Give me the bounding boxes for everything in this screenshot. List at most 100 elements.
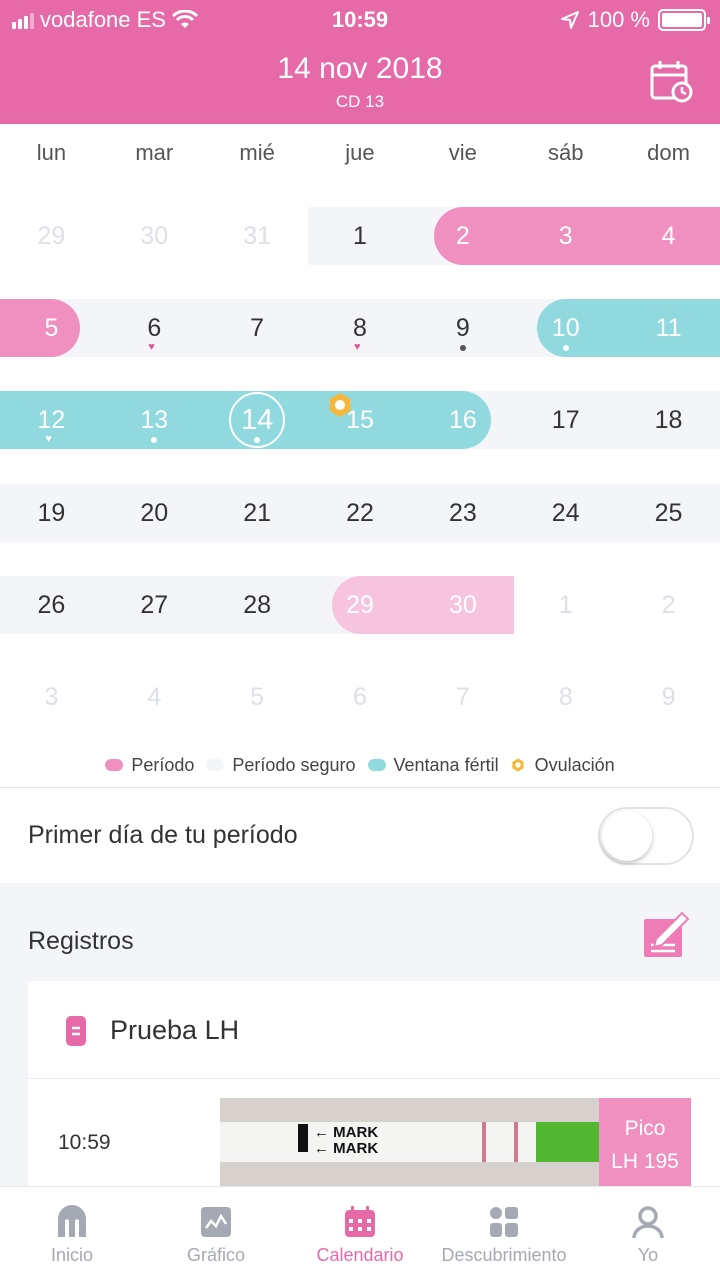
calendar-day[interactable]: 6 ♥: [103, 299, 206, 357]
calendar-day[interactable]: 25: [617, 484, 720, 542]
weekday-label: mié: [239, 140, 275, 165]
calendar-day[interactable]: 2: [617, 576, 720, 634]
lh-strip-photo[interactable]: ← MARK ← MARK: [220, 1098, 600, 1186]
calendar-day[interactable]: 13: [103, 391, 206, 449]
calendar-day[interactable]: 15: [309, 391, 412, 449]
calendar-day[interactable]: 5: [206, 668, 309, 726]
calendar-day[interactable]: 3: [0, 668, 103, 726]
heart-icon: ♥: [148, 341, 155, 353]
calendar-day[interactable]: 21: [206, 484, 309, 542]
status-bar: vodafone ES 10:59 100 %: [0, 0, 720, 40]
cycle-day: CD 13: [335, 92, 385, 111]
calendar-day[interactable]: 6: [309, 668, 412, 726]
calendar-day[interactable]: 12 ♥: [0, 391, 103, 449]
calendar-day[interactable]: 4: [617, 207, 720, 265]
calendar-clock-icon[interactable]: [648, 58, 694, 104]
calendar-day[interactable]: 17: [514, 391, 617, 449]
calendar-day[interactable]: 1: [514, 576, 617, 634]
safe-swatch: [206, 759, 225, 771]
calendar-day[interactable]: 29: [0, 207, 103, 265]
calendar-day[interactable]: 20: [103, 484, 206, 542]
lh-test-title: Prueba LH: [110, 1015, 240, 1045]
ovulation-icon: [329, 393, 350, 417]
log-dot-icon: [562, 345, 569, 351]
tab-bar: Inicio Gráfico Calendario Descubrimiento: [0, 1186, 720, 1280]
calendar-day[interactable]: 26: [0, 576, 103, 634]
calendar-day[interactable]: 30: [103, 207, 206, 265]
calendar-day[interactable]: 27: [103, 576, 206, 634]
weekday-label: dom: [647, 140, 690, 165]
edit-note-icon[interactable]: [642, 911, 690, 959]
calendar-day[interactable]: 7: [206, 299, 309, 357]
discover-icon: [490, 1207, 518, 1237]
calendar-day[interactable]: 3: [514, 207, 617, 265]
fertile-swatch: [367, 759, 386, 771]
user-icon: [632, 1206, 664, 1239]
records-section: Registros Prueba LH 10:59 ← MARK ← MARK P…: [0, 883, 720, 1186]
calendar-day[interactable]: 4: [103, 668, 206, 726]
calendar-day[interactable]: 2: [411, 207, 514, 265]
card-divider: [28, 1078, 720, 1079]
ovulation-icon: [511, 758, 524, 772]
weekday-header: lun mar mié jue vie sáb dom: [0, 124, 720, 180]
tab-inicio[interactable]: Inicio: [0, 1187, 144, 1280]
calendar-day[interactable]: 8 ♥: [309, 299, 412, 357]
chart-icon: [201, 1207, 231, 1237]
log-dot-icon: [151, 437, 158, 443]
calendar-day[interactable]: 24: [514, 484, 617, 542]
calendar-icon: [345, 1206, 375, 1237]
calendar-day[interactable]: 19: [0, 484, 103, 542]
records-title: Registros: [28, 927, 134, 955]
calendar-day[interactable]: 11: [617, 299, 720, 357]
weekday-label: jue: [345, 140, 375, 165]
log-dot-icon: [254, 437, 261, 443]
calendar-day[interactable]: 9: [411, 299, 514, 357]
heart-icon: ♥: [353, 341, 361, 353]
tab-label: Gráfico: [186, 1245, 246, 1265]
calendar-day[interactable]: 28: [206, 576, 309, 634]
legend-label: Ventana fértil: [393, 754, 499, 775]
tab-label: Yo: [637, 1245, 659, 1265]
toggle-knob: [602, 811, 652, 861]
tab-grafico[interactable]: Gráfico: [144, 1187, 288, 1280]
entry-time: 10:59: [58, 1131, 111, 1154]
lh-test-card[interactable]: Prueba LH 10:59 ← MARK ← MARK Pico LH 195: [28, 981, 720, 1186]
tab-descubrimiento[interactable]: Descubrimiento: [432, 1187, 576, 1280]
calendar-day[interactable]: 30: [411, 576, 514, 634]
lh-test-icon: [66, 1016, 86, 1046]
tab-label: Calendario: [316, 1245, 404, 1265]
calendar-day[interactable]: 10: [514, 299, 617, 357]
calendar-day[interactable]: 23: [411, 484, 514, 542]
calendar-day[interactable]: 7: [411, 668, 514, 726]
period-swatch: [105, 759, 124, 771]
legend-label: Período: [131, 754, 195, 775]
first-day-row: Primer día de tu período: [0, 788, 720, 883]
first-day-label: Primer día de tu período: [28, 821, 298, 849]
battery-percent: 100 %: [587, 7, 650, 32]
calendar-day[interactable]: 29: [309, 576, 412, 634]
calendar-day[interactable]: 18: [617, 391, 720, 449]
strip-mark-text: ← MARK ← MARK: [314, 1124, 379, 1157]
calendar-day[interactable]: 22: [309, 484, 412, 542]
location-icon: [560, 11, 579, 29]
weekday-label: vie: [448, 140, 477, 165]
tab-yo[interactable]: Yo: [576, 1187, 720, 1280]
calendar-day[interactable]: 14: [206, 391, 309, 449]
legend-ovulation: Ovulación: [511, 755, 615, 776]
lh-peak-badge: Pico LH 195: [599, 1098, 691, 1186]
calendar-day[interactable]: 1: [309, 207, 412, 265]
calendar-day[interactable]: 9: [617, 668, 720, 726]
calendar-day[interactable]: 8: [514, 668, 617, 726]
calendar-legend: Período Período seguro Ventana fértil Ov…: [0, 750, 720, 780]
first-day-toggle[interactable]: [598, 807, 694, 865]
calendar-day[interactable]: 16: [411, 391, 514, 449]
header-date: 14 nov 2018: [277, 52, 443, 85]
tab-calendario[interactable]: Calendario: [288, 1187, 432, 1280]
legend-fertile: Ventana fértil: [367, 754, 499, 776]
peak-value: LH 195: [611, 1150, 679, 1173]
legend-label: Período seguro: [232, 754, 356, 775]
weekday-label: sáb: [547, 140, 584, 165]
tab-label: Inicio: [50, 1245, 94, 1265]
calendar-day[interactable]: 31: [206, 207, 309, 265]
calendar-day[interactable]: 5: [0, 299, 103, 357]
